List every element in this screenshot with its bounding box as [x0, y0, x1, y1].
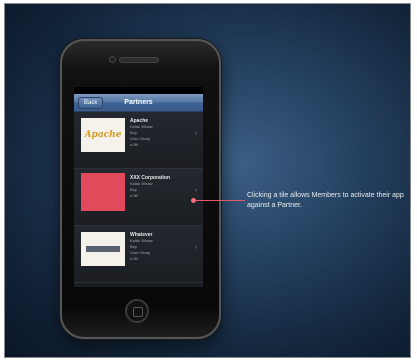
callout-pointer-line — [195, 200, 245, 201]
chevron-right-icon: › — [195, 188, 197, 194]
chevron-right-icon: › — [195, 245, 197, 251]
nav-bar: Back Partners — [74, 94, 203, 112]
partner-tile-whatever[interactable]: Whatever Kaldu Whaw Bxp Lfwo Oloop o:3tf… — [74, 226, 203, 283]
callout-text: Clicking a tile allows Members to activa… — [247, 192, 404, 209]
apache-logo-text: Apache — [84, 130, 122, 140]
partner-details: Whatever Kaldu Whaw Bxp Lfwo Oloop o:3tf — [130, 232, 186, 262]
partner-details: XXX Corporation Kaldu Whaw Bxp o:3tf — [130, 175, 186, 199]
partner-list: Apache Apache Kaldu Whaw Bxp Lfwo Oloop … — [74, 112, 203, 283]
chevron-right-icon: › — [195, 131, 197, 137]
status-bar — [74, 87, 203, 94]
partner-tile-xxx-corporation[interactable]: XXX Corporation Kaldu Whaw Bxp o:3tf › — [74, 169, 203, 226]
home-button[interactable] — [125, 299, 149, 323]
iphone-device: Back Partners Apache Apache Kaldu Whaw B… — [60, 39, 221, 339]
phone-screen: Back Partners Apache Apache Kaldu Whaw B… — [74, 87, 203, 287]
partner-detail-line: o:3tf — [130, 256, 138, 261]
camera-icon — [109, 56, 116, 63]
partner-logo-mark — [86, 246, 120, 252]
partner-logo — [81, 173, 125, 211]
partner-detail-line: o:3tf — [130, 142, 138, 147]
partner-details: Apache Kaldu Whaw Bxp Lfwo Oloop o:3tf — [130, 118, 186, 148]
nav-title: Partners — [124, 99, 153, 106]
slide-frame: Back Partners Apache Apache Kaldu Whaw B… — [4, 3, 411, 358]
speaker-grille — [119, 57, 159, 63]
partner-logo — [81, 232, 125, 266]
partner-detail-line: o:3tf — [130, 193, 138, 198]
partner-tile-apache[interactable]: Apache Apache Kaldu Whaw Bxp Lfwo Oloop … — [74, 112, 203, 169]
partner-logo: Apache — [81, 118, 125, 152]
